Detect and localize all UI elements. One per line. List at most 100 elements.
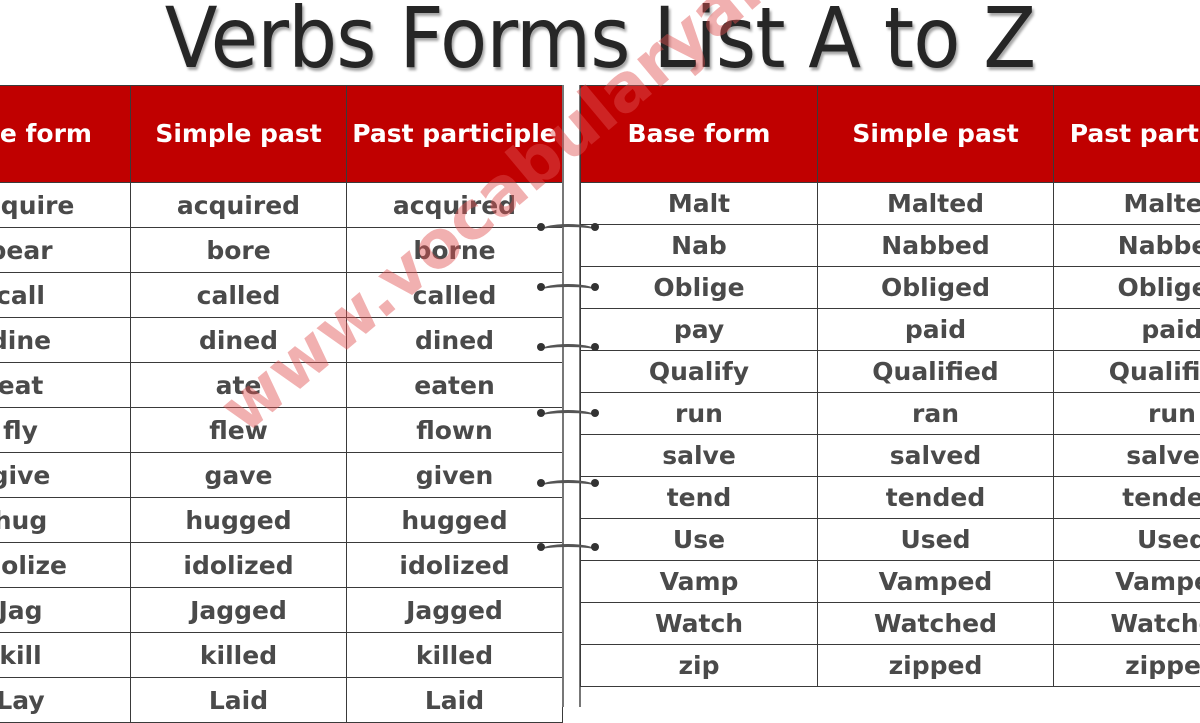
column-header: Past participle bbox=[1054, 86, 1200, 183]
table-row: runranrun bbox=[581, 393, 1200, 435]
table-row: dinedineddined bbox=[0, 318, 563, 363]
past-participle-cell: acquired bbox=[347, 183, 563, 228]
simple-past-cell: Obliged bbox=[818, 267, 1054, 309]
past-participle-cell: Used bbox=[1054, 519, 1200, 561]
past-participle-cell: killed bbox=[347, 633, 563, 678]
table-row: callcalledcalled bbox=[0, 273, 563, 318]
base-form-cell: eat bbox=[0, 363, 131, 408]
past-participle-cell: Nabbed bbox=[1054, 225, 1200, 267]
binding-ring-icon bbox=[540, 544, 596, 557]
simple-past-cell: zipped bbox=[818, 645, 1054, 687]
column-header: Past participle bbox=[347, 86, 563, 183]
table-row: NabNabbedNabbed bbox=[581, 225, 1200, 267]
table-row: Acquireacquiredacquired bbox=[0, 183, 563, 228]
table-row: tendtendedtended bbox=[581, 477, 1200, 519]
table-row: killkilledkilled bbox=[0, 633, 563, 678]
past-participle-cell: zipped bbox=[1054, 645, 1200, 687]
spine-line-left bbox=[562, 85, 564, 707]
binding-ring-icon bbox=[540, 344, 596, 357]
table-header-row: Base formSimple pastPast participle bbox=[581, 86, 1200, 183]
simple-past-cell: Vamped bbox=[818, 561, 1054, 603]
past-participle-cell: flown bbox=[347, 408, 563, 453]
table-row: salvesalvedsalved bbox=[581, 435, 1200, 477]
base-form-cell: Nab bbox=[581, 225, 818, 267]
simple-past-cell: hugged bbox=[131, 498, 347, 543]
binding-ring-icon bbox=[540, 410, 596, 423]
simple-past-cell: killed bbox=[131, 633, 347, 678]
simple-past-cell: bore bbox=[131, 228, 347, 273]
base-form-cell: zip bbox=[581, 645, 818, 687]
base-form-cell: call bbox=[0, 273, 131, 318]
simple-past-cell: Watched bbox=[818, 603, 1054, 645]
past-participle-cell: Vamped bbox=[1054, 561, 1200, 603]
table-row: LayLaidLaid bbox=[0, 678, 563, 723]
binding-ring-icon bbox=[540, 480, 596, 493]
base-form-cell: pay bbox=[581, 309, 818, 351]
base-form-cell: Jag bbox=[0, 588, 131, 633]
page-title: Verbs Forms List A to Z bbox=[48, 0, 1152, 90]
column-header: Base form bbox=[581, 86, 818, 183]
simple-past-cell: Laid bbox=[131, 678, 347, 723]
base-form-cell: Idolize bbox=[0, 543, 131, 588]
base-form-cell: Watch bbox=[581, 603, 818, 645]
past-participle-cell: eaten bbox=[347, 363, 563, 408]
past-participle-cell: Laid bbox=[347, 678, 563, 723]
table-row: paypaidpaid bbox=[581, 309, 1200, 351]
table-row: MaltMaltedMalted bbox=[581, 183, 1200, 225]
simple-past-cell: Nabbed bbox=[818, 225, 1054, 267]
table-row: bearboreborne bbox=[0, 228, 563, 273]
table-row: VampVampedVamped bbox=[581, 561, 1200, 603]
past-participle-cell: dined bbox=[347, 318, 563, 363]
base-form-cell: Lay bbox=[0, 678, 131, 723]
base-form-cell: bear bbox=[0, 228, 131, 273]
base-form-cell: tend bbox=[581, 477, 818, 519]
simple-past-cell: Malted bbox=[818, 183, 1054, 225]
base-form-cell: dine bbox=[0, 318, 131, 363]
base-form-cell: hug bbox=[0, 498, 131, 543]
base-form-cell: give bbox=[0, 453, 131, 498]
past-participle-cell: borne bbox=[347, 228, 563, 273]
binding-ring-icon bbox=[540, 284, 596, 297]
simple-past-cell: called bbox=[131, 273, 347, 318]
past-participle-cell: hugged bbox=[347, 498, 563, 543]
base-form-cell: Oblige bbox=[581, 267, 818, 309]
base-form-cell: Vamp bbox=[581, 561, 818, 603]
table-header-row: Base formSimple pastPast participle bbox=[0, 86, 563, 183]
past-participle-cell: Watched bbox=[1054, 603, 1200, 645]
past-participle-cell: called bbox=[347, 273, 563, 318]
simple-past-cell: paid bbox=[818, 309, 1054, 351]
table-row: hughuggedhugged bbox=[0, 498, 563, 543]
binding-ring-icon bbox=[540, 224, 596, 237]
simple-past-cell: Used bbox=[818, 519, 1054, 561]
simple-past-cell: Qualified bbox=[818, 351, 1054, 393]
simple-past-cell: acquired bbox=[131, 183, 347, 228]
simple-past-cell: ate bbox=[131, 363, 347, 408]
base-form-cell: kill bbox=[0, 633, 131, 678]
base-form-cell: Acquire bbox=[0, 183, 131, 228]
past-participle-cell: idolized bbox=[347, 543, 563, 588]
past-participle-cell: tended bbox=[1054, 477, 1200, 519]
column-header: Simple past bbox=[818, 86, 1054, 183]
base-form-cell: Malt bbox=[581, 183, 818, 225]
simple-past-cell: Jagged bbox=[131, 588, 347, 633]
simple-past-cell: gave bbox=[131, 453, 347, 498]
past-participle-cell: Qualified bbox=[1054, 351, 1200, 393]
verb-table-left: Base formSimple pastPast participle Acqu… bbox=[0, 85, 563, 723]
table-row: QualifyQualifiedQualified bbox=[581, 351, 1200, 393]
table-row: givegavegiven bbox=[0, 453, 563, 498]
simple-past-cell: ran bbox=[818, 393, 1054, 435]
table-row: WatchWatchedWatched bbox=[581, 603, 1200, 645]
simple-past-cell: flew bbox=[131, 408, 347, 453]
table-row: flyflewflown bbox=[0, 408, 563, 453]
table-row: JagJaggedJagged bbox=[0, 588, 563, 633]
simple-past-cell: dined bbox=[131, 318, 347, 363]
simple-past-cell: tended bbox=[818, 477, 1054, 519]
base-form-cell: run bbox=[581, 393, 818, 435]
column-header: Base form bbox=[0, 86, 131, 183]
base-form-cell: Use bbox=[581, 519, 818, 561]
column-header: Simple past bbox=[131, 86, 347, 183]
table-row: Idolizeidolizedidolized bbox=[0, 543, 563, 588]
table-row: eatateeaten bbox=[0, 363, 563, 408]
base-form-cell: salve bbox=[581, 435, 818, 477]
past-participle-cell: given bbox=[347, 453, 563, 498]
